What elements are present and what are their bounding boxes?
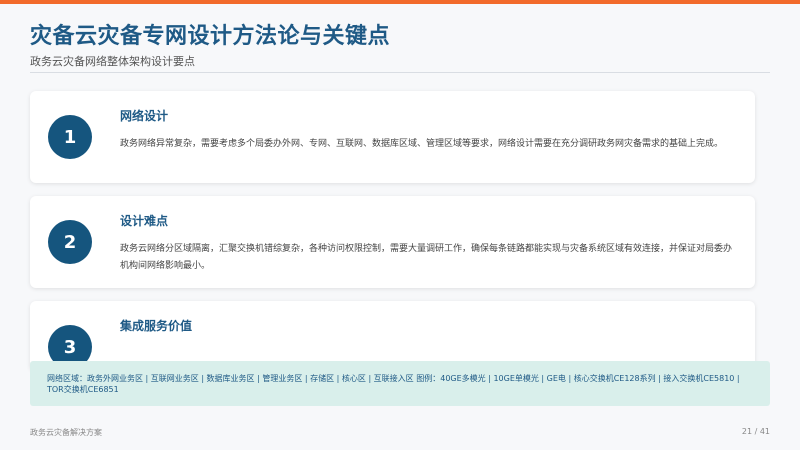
card-title: 网络设计 (120, 109, 169, 123)
footer-label: 政务云灾备解决方案 (30, 428, 102, 437)
page-title: 灾备云灾备专网设计方法论与关键点 (30, 24, 391, 49)
card-description: 政务云网络分区域隔离，汇聚交换机错综复杂，各种访问权限控制，需要大量调研工作，确… (120, 244, 733, 271)
card-title: 集成服务价值 (120, 319, 193, 333)
page-subtitle: 政务云灾备网络整体架构设计要点 (30, 55, 195, 68)
card-description: 政务网络异常复杂，需要考虑多个局委办外网、专网、互联网、数据库区域、管理区域等要… (120, 139, 724, 149)
header-divider (30, 72, 770, 73)
number-badge: 1 (48, 115, 92, 159)
point-card-network-design: 1 网络设计 政务网络异常复杂，需要考虑多个局委办外网、专网、互联网、数据库区域… (30, 91, 755, 183)
point-card-design-difficulty: 2 设计难点 政务云网络分区域隔离，汇聚交换机错综复杂，各种访问权限控制，需要大… (30, 196, 755, 288)
number-badge: 2 (48, 220, 92, 264)
network-legend-box: 网络区域：政务外网业务区 | 互联网业务区 | 数据库业务区 | 管理业务区 |… (30, 361, 770, 406)
page-number: 21 / 41 (741, 427, 770, 436)
network-legend-text: 网络区域：政务外网业务区 | 互联网业务区 | 数据库业务区 | 管理业务区 |… (47, 374, 740, 394)
top-accent-bar (0, 0, 800, 4)
card-title: 设计难点 (120, 214, 169, 228)
